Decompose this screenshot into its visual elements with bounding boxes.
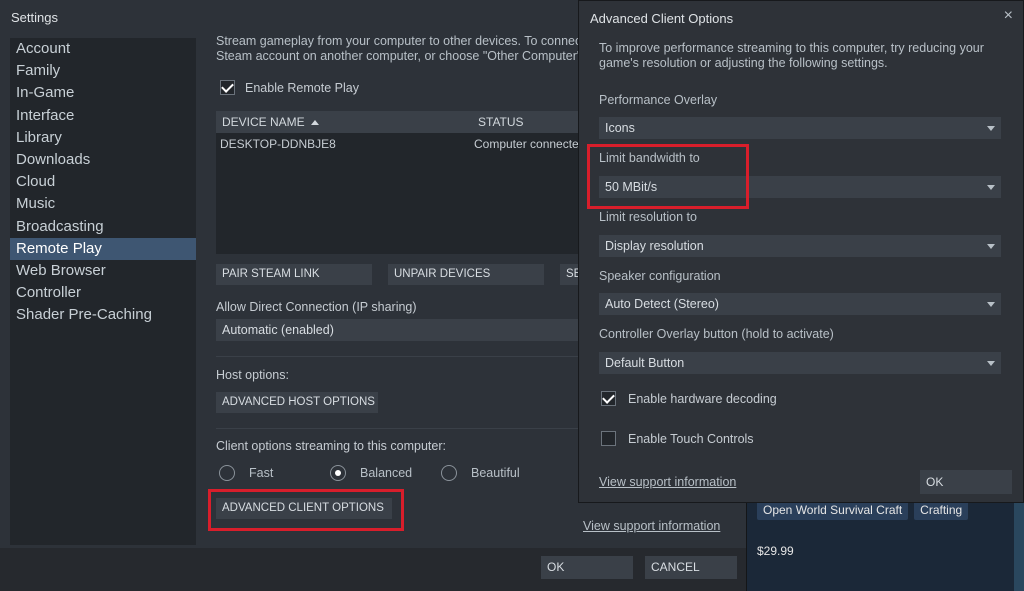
touch-controls-checkbox[interactable]: Enable Touch Controls xyxy=(601,431,754,446)
radio-fast[interactable]: Fast xyxy=(219,465,273,481)
sidebar-item-interface[interactable]: Interface xyxy=(10,105,196,127)
radio-selected-icon[interactable] xyxy=(330,465,346,481)
settings-title: Settings xyxy=(11,10,58,25)
table-row[interactable]: DESKTOP-DDNBJE8 Computer connected xyxy=(216,133,588,155)
support-link[interactable]: View support information xyxy=(583,519,720,533)
sidebar-item-account[interactable]: Account xyxy=(10,38,196,60)
unpair-devices-button[interactable]: UNPAIR DEVICES xyxy=(388,264,544,285)
host-options-label: Host options: xyxy=(216,368,289,382)
checkbox-unchecked-icon[interactable] xyxy=(601,431,616,446)
checkbox-checked-icon[interactable] xyxy=(601,391,616,406)
sidebar-item-controller[interactable]: Controller xyxy=(10,282,196,304)
store-tag[interactable]: Crafting xyxy=(914,500,969,520)
resolution-value: Display resolution xyxy=(605,239,704,253)
touch-controls-label: Enable Touch Controls xyxy=(628,431,754,446)
direct-connection-select[interactable]: Automatic (enabled) xyxy=(216,319,584,341)
resolution-select[interactable]: Display resolution xyxy=(599,235,1001,257)
radio-unselected-icon[interactable] xyxy=(219,465,235,481)
sidebar-item-cloud[interactable]: Cloud xyxy=(10,171,196,193)
device-name-cell: DESKTOP-DDNBJE8 xyxy=(220,137,336,151)
speaker-config-label: Speaker configuration xyxy=(599,269,721,283)
controller-overlay-label: Controller Overlay button (hold to activ… xyxy=(599,327,834,341)
radio-beautiful[interactable]: Beautiful xyxy=(441,465,520,481)
chevron-down-icon xyxy=(987,361,995,366)
store-tags: Open World Survival Craft Crafting xyxy=(757,500,969,520)
controller-overlay-select[interactable]: Default Button xyxy=(599,352,1001,374)
direct-connection-label: Allow Direct Connection (IP sharing) xyxy=(216,300,417,314)
sidebar-item-broadcasting[interactable]: Broadcasting xyxy=(10,216,196,238)
intro-line: To improve performance streaming to this… xyxy=(599,41,984,55)
dialog-ok-button[interactable]: OK xyxy=(920,470,1012,494)
speaker-config-value: Auto Detect (Stereo) xyxy=(605,297,719,311)
intro-line: game's resolution or adjusting the follo… xyxy=(599,56,888,70)
radio-fast-label: Fast xyxy=(249,466,274,480)
chevron-down-icon xyxy=(987,185,995,190)
device-status-cell: Computer connected xyxy=(474,137,586,151)
sidebar-item-in-game[interactable]: In-Game xyxy=(10,82,196,104)
chevron-down-icon xyxy=(987,302,995,307)
sidebar-item-shader-pre-caching[interactable]: Shader Pre-Caching xyxy=(10,304,196,326)
performance-overlay-value: Icons xyxy=(605,121,635,135)
column-header-label: DEVICE NAME xyxy=(222,115,305,129)
radio-beautiful-label: Beautiful xyxy=(471,466,520,480)
radio-balanced-label: Balanced xyxy=(360,466,413,480)
device-table-header: DEVICE NAME STATUS xyxy=(216,111,588,133)
column-header-device-name[interactable]: DEVICE NAME xyxy=(216,115,472,129)
ok-button[interactable]: OK xyxy=(541,556,633,579)
performance-overlay-select[interactable]: Icons xyxy=(599,117,1001,139)
close-icon[interactable]: × xyxy=(1004,7,1013,25)
sidebar-item-family[interactable]: Family xyxy=(10,60,196,82)
support-link[interactable]: View support information xyxy=(599,475,736,489)
store-tag[interactable]: Open World Survival Craft xyxy=(757,500,909,520)
highlight-box xyxy=(208,489,404,531)
enable-remote-play-label: Enable Remote Play xyxy=(245,80,359,95)
checkbox-checked-icon[interactable] xyxy=(220,80,235,95)
client-options-label: Client options streaming to this compute… xyxy=(216,439,446,453)
resolution-label: Limit resolution to xyxy=(599,210,697,224)
advanced-client-options-dialog: Advanced Client Options × To improve per… xyxy=(578,0,1024,503)
remote-play-intro: Stream gameplay from your computer to ot… xyxy=(216,34,586,64)
enable-remote-play-checkbox[interactable]: Enable Remote Play xyxy=(220,80,359,95)
sidebar-item-library[interactable]: Library xyxy=(10,127,196,149)
device-table: DEVICE NAME STATUS DESKTOP-DDNBJE8 Compu… xyxy=(216,111,588,254)
dialog-title: Advanced Client Options xyxy=(590,11,734,26)
intro-line: Stream gameplay from your computer to ot… xyxy=(216,34,586,48)
speaker-config-select[interactable]: Auto Detect (Stereo) xyxy=(599,293,1001,315)
dialog-intro: To improve performance streaming to this… xyxy=(599,41,989,71)
sidebar-item-music[interactable]: Music xyxy=(10,193,196,215)
radio-unselected-icon[interactable] xyxy=(441,465,457,481)
performance-overlay-label: Performance Overlay xyxy=(599,93,718,107)
controller-overlay-value: Default Button xyxy=(605,356,685,370)
direct-connection-value: Automatic (enabled) xyxy=(222,323,334,337)
pair-steam-link-button[interactable]: PAIR STEAM LINK xyxy=(216,264,372,285)
highlight-box xyxy=(587,144,749,209)
cancel-button[interactable]: CANCEL xyxy=(645,556,737,579)
settings-footer xyxy=(0,548,746,591)
sidebar-item-web-browser[interactable]: Web Browser xyxy=(10,260,196,282)
hardware-decoding-label: Enable hardware decoding xyxy=(628,391,777,406)
sort-ascending-icon xyxy=(310,120,319,126)
column-header-status[interactable]: STATUS xyxy=(472,115,524,129)
radio-balanced[interactable]: Balanced xyxy=(330,465,412,481)
store-price: $29.99 xyxy=(757,544,794,558)
hardware-decoding-checkbox[interactable]: Enable hardware decoding xyxy=(601,391,777,406)
intro-line: Steam account on another computer, or ch… xyxy=(216,49,586,63)
sidebar-item-downloads[interactable]: Downloads xyxy=(10,149,196,171)
advanced-host-options-button[interactable]: ADVANCED HOST OPTIONS xyxy=(216,392,378,413)
section-divider xyxy=(216,428,586,429)
section-divider xyxy=(216,356,586,357)
chevron-down-icon xyxy=(987,244,995,249)
sidebar-item-remote-play[interactable]: Remote Play xyxy=(10,237,196,260)
settings-sidebar: Account Family In-Game Interface Library… xyxy=(10,38,196,545)
chevron-down-icon xyxy=(987,126,995,131)
